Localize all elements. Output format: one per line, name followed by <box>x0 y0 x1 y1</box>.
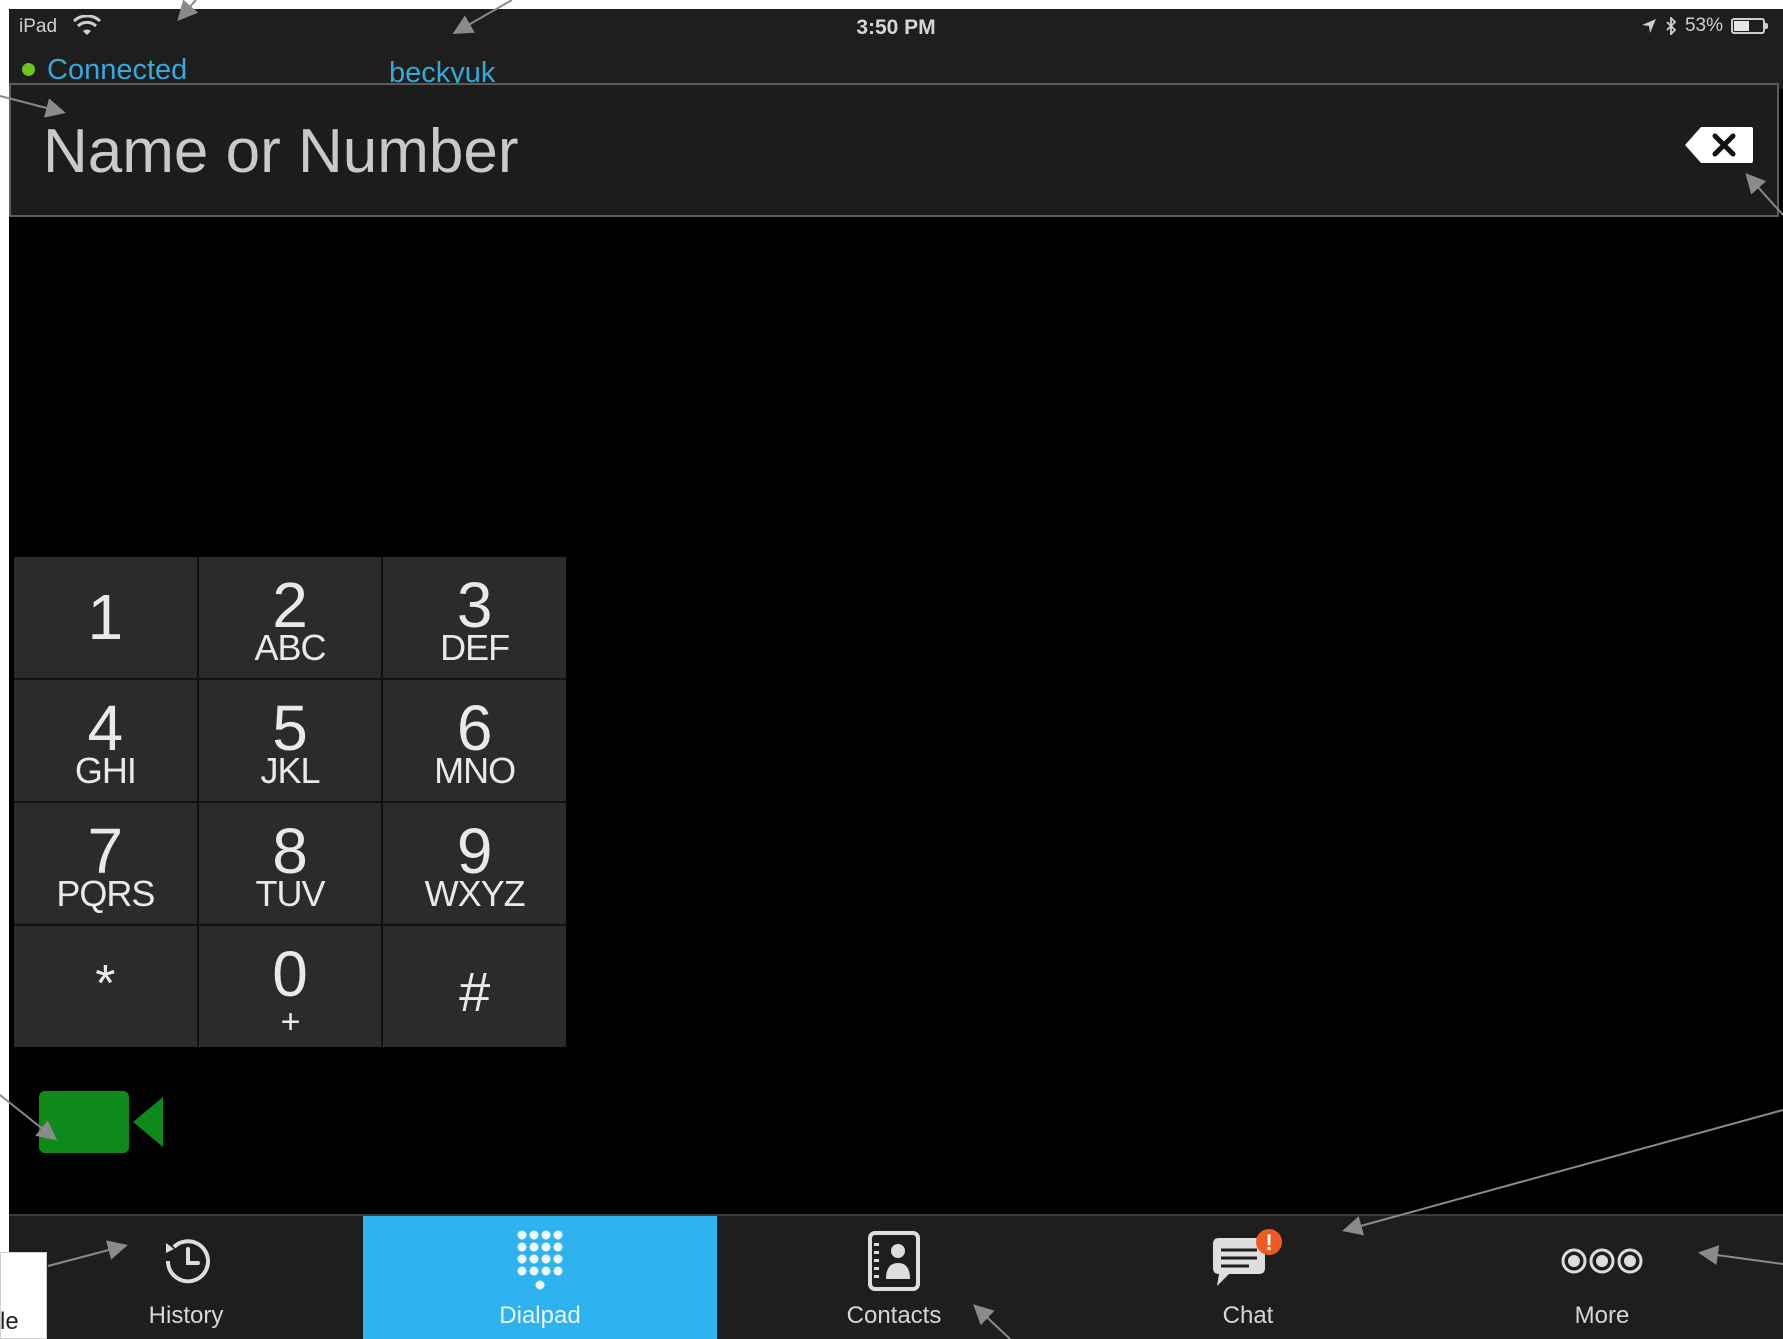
key-letters: JKL <box>260 750 320 791</box>
tab-history[interactable]: History <box>9 1216 363 1339</box>
key-letters: TUV <box>255 873 325 914</box>
battery-icon <box>1731 18 1768 34</box>
tab-contacts[interactable]: Contacts <box>717 1216 1071 1339</box>
ipad-screen: iPad 3:50 PM 53% Connected beckyuk Name … <box>9 9 1783 1339</box>
key-letters: GHI <box>74 750 137 791</box>
key-letters: MNO <box>434 750 516 791</box>
bluetooth-icon <box>1666 17 1677 35</box>
key-letters: DEF <box>440 627 510 668</box>
chat-icon: ! <box>1213 1229 1282 1286</box>
more-icon <box>1561 1248 1643 1274</box>
status-bar: iPad 3:50 PM 53% <box>9 9 1783 49</box>
key-letters: PQRS <box>56 873 155 914</box>
name-or-number-input[interactable] <box>41 105 1645 197</box>
annotation-callout-text: le <box>0 1308 19 1335</box>
battery-fill <box>1734 21 1749 31</box>
key-1[interactable]: 1 <box>14 557 197 678</box>
dialpad-keypad: 1 2 ABC 3 DEF 4 GHI 5 JKL 6 MNO 7 PQRS 8… <box>14 557 566 1047</box>
search-field-container <box>9 83 1779 217</box>
status-time: 3:50 PM <box>856 16 936 39</box>
key-digit: 1 <box>87 581 124 653</box>
connected-dot-icon <box>22 63 35 76</box>
key-7[interactable]: 7 PQRS <box>14 803 197 924</box>
key-3[interactable]: 3 DEF <box>383 557 566 678</box>
key-4[interactable]: 4 GHI <box>14 680 197 801</box>
key-2[interactable]: 2 ABC <box>198 557 382 678</box>
tab-dialpad[interactable]: Dialpad <box>363 1216 717 1339</box>
key-digit: 0 <box>272 938 308 1010</box>
key-9[interactable]: 9 WXYZ <box>383 803 566 924</box>
chat-badge-text: ! <box>1265 1230 1272 1255</box>
key-letters: ABC <box>254 627 326 668</box>
key-hash[interactable]: # <box>383 926 566 1047</box>
video-call-button[interactable] <box>37 1089 165 1155</box>
tab-label-history: History <box>148 1302 224 1329</box>
battery-tip <box>1765 23 1768 29</box>
tab-label-dialpad: Dialpad <box>499 1302 581 1329</box>
status-right-group: 53% <box>1641 15 1768 37</box>
key-digit: # <box>459 960 491 1023</box>
backspace-clear-icon[interactable] <box>1683 125 1755 165</box>
location-arrow-icon <box>1641 19 1656 33</box>
video-camera-icon <box>39 1091 129 1153</box>
tab-label-chat: Chat <box>1222 1302 1274 1329</box>
screenshot-canvas: iPad 3:50 PM 53% Connected beckyuk Name … <box>0 0 1783 1339</box>
key-8[interactable]: 8 TUV <box>198 803 382 924</box>
key-letters: WXYZ <box>424 873 526 914</box>
contacts-icon <box>868 1231 920 1291</box>
key-6[interactable]: 6 MNO <box>383 680 566 801</box>
bottom-tab-bar: History Dialpad Contacts ! Chat More <box>9 1214 1783 1339</box>
clock-icon <box>165 1239 210 1284</box>
dialpad-icon <box>517 1230 563 1290</box>
tab-more[interactable]: More <box>1425 1216 1779 1339</box>
key-letters: + <box>280 1003 301 1041</box>
tab-label-more: More <box>1574 1302 1630 1329</box>
battery-percent: 53% <box>1684 15 1723 36</box>
key-5[interactable]: 5 JKL <box>198 680 382 801</box>
tab-label-contacts: Contacts <box>846 1302 942 1329</box>
key-digit: * <box>95 955 116 1013</box>
key-0[interactable]: 0 + <box>198 926 382 1047</box>
key-star[interactable]: * <box>14 926 197 1047</box>
tab-chat[interactable]: ! Chat <box>1071 1216 1425 1339</box>
